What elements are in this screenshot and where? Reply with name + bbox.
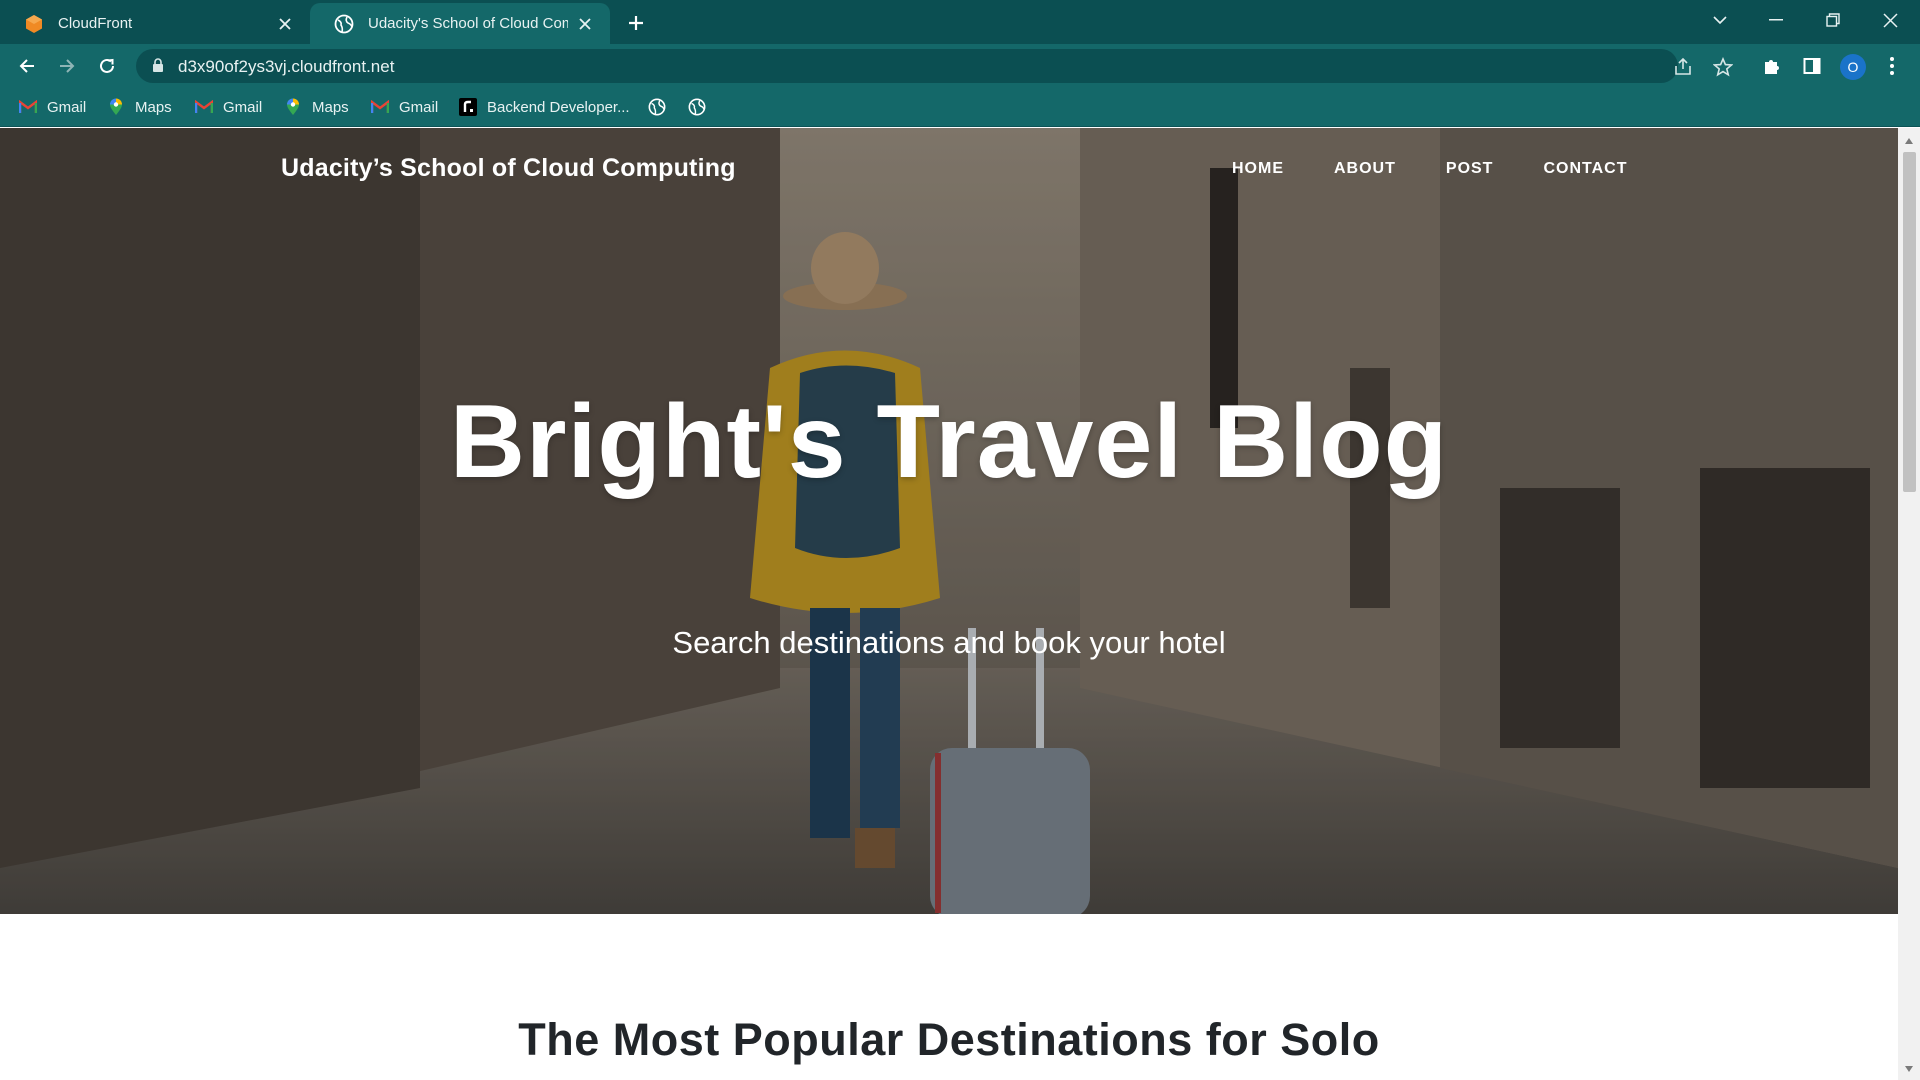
roadmap-icon — [459, 98, 477, 116]
page-scrollbar[interactable] — [1898, 128, 1920, 1080]
extensions-button[interactable] — [1757, 51, 1787, 81]
share-icon — [1675, 57, 1691, 75]
restore-button[interactable] — [1805, 0, 1861, 40]
cloudfront-icon — [26, 14, 42, 33]
close-window-button[interactable] — [1862, 0, 1918, 40]
bookmark-label: Backend Developer... — [487, 98, 630, 116]
arrow-right-icon — [60, 59, 75, 73]
minimize-button[interactable] — [1748, 0, 1804, 40]
globe-icon — [334, 14, 354, 33]
scrollbar-thumb[interactable] — [1903, 152, 1916, 492]
forward-button[interactable] — [51, 50, 83, 82]
bookmark-gmail[interactable]: Gmail — [195, 95, 262, 119]
address-bar[interactable]: d3x90of2ys3vj.cloudfront.net — [136, 49, 1733, 83]
bookmark-label: Gmail — [399, 98, 439, 116]
bookmarks-bar: Gmail Maps Gmail Maps Gmail Backend Deve… — [0, 86, 1920, 127]
bookmark-gmail[interactable]: Gmail — [19, 95, 86, 119]
close-icon — [1882, 12, 1898, 28]
maps-icon — [107, 98, 125, 116]
tab-cloudfront[interactable]: CloudFront — [0, 3, 310, 44]
profile-avatar[interactable]: O — [1840, 54, 1866, 80]
hero-title: Bright's Travel Blog — [449, 384, 1449, 500]
bookmark-globe[interactable] — [688, 95, 716, 119]
bookmark-gmail[interactable]: Gmail — [371, 95, 438, 119]
tab-label: CloudFront — [58, 15, 133, 32]
scroll-down-arrow-icon[interactable] — [1904, 1064, 1914, 1074]
tab-label: Udacity's School of Cloud Computing — [368, 15, 568, 32]
menu-button[interactable] — [1877, 51, 1907, 81]
share-button[interactable] — [1670, 54, 1696, 80]
bookmark-backend-developer[interactable]: Backend Developer... — [459, 95, 630, 119]
site-nav: HOME ABOUT POST CONTACT — [1232, 160, 1677, 178]
star-icon — [1713, 57, 1733, 77]
tab-udacity[interactable]: Udacity's School of Cloud Computing — [310, 3, 610, 44]
gmail-icon — [195, 98, 213, 116]
tab-strip: CloudFront Udacity's School of Cloud Com… — [0, 0, 1920, 44]
globe-icon — [688, 98, 706, 116]
nav-about-link[interactable]: ABOUT — [1334, 160, 1396, 178]
hero-overlay — [0, 128, 1898, 914]
site-brand[interactable]: Udacity’s School of Cloud Computing — [281, 154, 736, 183]
bookmark-label: Maps — [312, 98, 349, 116]
nav-contact-link[interactable]: CONTACT — [1543, 160, 1627, 178]
reload-button[interactable] — [91, 50, 123, 82]
url-text[interactable]: d3x90of2ys3vj.cloudfront.net — [178, 57, 394, 77]
restore-icon — [1826, 13, 1840, 27]
minimize-icon — [1769, 19, 1783, 21]
new-tab-button[interactable] — [622, 9, 650, 37]
side-panel-icon — [1803, 58, 1821, 74]
post-heading[interactable]: The Most Popular Destinations for Solo — [0, 1014, 1898, 1066]
nav-home-link[interactable]: HOME — [1232, 160, 1284, 178]
hero-section: Udacity’s School of Cloud Computing HOME… — [0, 128, 1898, 914]
reload-icon — [100, 58, 114, 73]
lock-icon[interactable] — [152, 58, 164, 73]
globe-icon — [648, 98, 666, 116]
puzzle-icon — [1765, 60, 1779, 74]
nav-post-link[interactable]: POST — [1446, 160, 1494, 178]
bookmark-globe[interactable] — [648, 95, 676, 119]
plus-icon — [629, 16, 643, 30]
hero-subtitle: Search destinations and book your hotel — [672, 625, 1226, 660]
kebab-menu-icon — [1890, 57, 1894, 75]
close-icon[interactable] — [574, 13, 596, 35]
bookmark-maps[interactable]: Maps — [284, 95, 349, 119]
bookmark-label: Maps — [135, 98, 172, 116]
bookmark-star-button[interactable] — [1710, 54, 1736, 80]
page-viewport: Udacity’s School of Cloud Computing HOME… — [0, 128, 1898, 1080]
bookmark-label: Gmail — [223, 98, 263, 116]
toolbar: d3x90of2ys3vj.cloudfront.net O — [0, 44, 1920, 86]
chevron-down-icon — [1713, 16, 1727, 25]
side-panel-button[interactable] — [1797, 51, 1827, 81]
close-icon[interactable] — [274, 13, 296, 35]
arrow-left-icon — [19, 59, 34, 73]
bookmark-maps[interactable]: Maps — [107, 95, 172, 119]
scroll-up-arrow-icon[interactable] — [1904, 136, 1914, 146]
tab-search-button[interactable] — [1692, 0, 1748, 40]
back-button[interactable] — [11, 50, 43, 82]
maps-icon — [284, 98, 302, 116]
bookmark-label: Gmail — [47, 98, 87, 116]
gmail-icon — [371, 98, 389, 116]
gmail-icon — [19, 98, 37, 116]
